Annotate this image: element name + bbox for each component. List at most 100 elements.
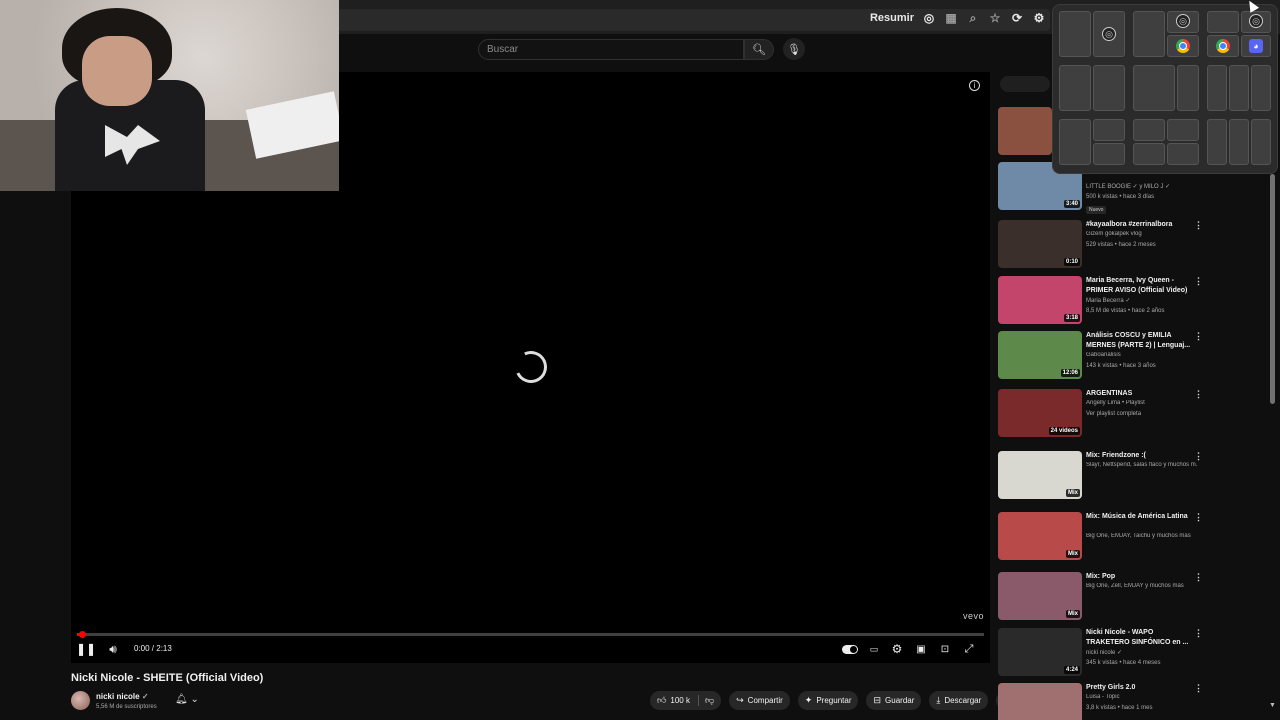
avatar[interactable] [71,691,90,710]
chrome-icon [1216,39,1230,53]
bookmark-star-icon[interactable]: ☆ [988,11,1002,25]
snap-tile[interactable] [1133,119,1165,141]
video-thumbnail[interactable]: Mix [998,451,1082,499]
snap-tile[interactable] [1207,65,1227,111]
more-options-icon[interactable]: ⋮ [1194,512,1203,523]
snap-tile[interactable] [1093,119,1125,141]
video-thumbnail[interactable] [998,107,1052,155]
bell-icon[interactable]: 🔔︎ ⌄ [175,694,199,705]
snap-tile[interactable] [1177,65,1199,111]
download-button[interactable]: ⤓ Descargar [929,691,989,710]
duration-badge: 4:24 [1063,666,1080,674]
snap-tile[interactable] [1133,143,1165,165]
snap-tile[interactable] [1167,143,1199,165]
zoom-icon[interactable]: ⌕ [966,11,980,25]
recommendation-title[interactable]: Pretty Girls 2.0 [1086,683,1196,693]
miniplayer-icon[interactable]: ▣ [915,642,927,656]
search-input[interactable]: Buscar [478,39,744,60]
recommendation-title[interactable]: Mix: Friendzone :( [1086,451,1196,461]
snap-tile[interactable] [1093,65,1125,111]
snap-tile[interactable] [1229,119,1249,165]
recommendation-channel[interactable]: LITTLE BOOGIE ✓ y MILO J ✓ [1086,183,1198,190]
more-options-icon[interactable]: ⋮ [1194,389,1203,400]
recommendation-channel[interactable]: Maria Becerra ✓ [1086,297,1198,304]
recommendation-title[interactable]: ARGENTINAS [1086,389,1196,399]
profile-icon[interactable]: ⚙ [1032,11,1046,25]
summarize-button[interactable]: Resumir [870,12,914,24]
search-button[interactable]: 🔍︎ [744,39,774,60]
snap-tile[interactable] [1059,65,1091,111]
duration-badge: Mix [1065,610,1080,618]
recommendation-channel[interactable]: Big One, Zell, EMJAY y muchos más [1086,583,1198,589]
scroll-down-arrow[interactable]: ▼ [1269,702,1276,709]
video-thumbnail[interactable]: Mix [998,512,1082,560]
recommendation-title[interactable]: Mix: Pop [1086,572,1196,582]
more-options-icon[interactable]: ⋮ [1194,220,1203,231]
snap-tile[interactable] [1133,11,1165,57]
channel-name[interactable]: nicki nicole ✓ [96,692,149,701]
video-thumbnail[interactable]: 0:10 [998,220,1082,268]
more-options-icon[interactable]: ⋮ [1194,331,1203,342]
subtitles-icon[interactable]: ▭ [868,642,880,656]
recommendation-channel[interactable]: Big One, EMJAY, Taichu y muchos más [1086,533,1198,539]
recommendation-channel[interactable]: Slayr, Nettspend, salas flaco y muchos m… [1086,462,1198,468]
thumbs-down-icon[interactable]: 👎︎ [697,695,714,706]
voice-search-button[interactable]: 🎙︎ [783,38,805,60]
recommendation-channel[interactable]: Angelly Lima • Playlist [1086,400,1198,406]
snap-tile[interactable] [1059,119,1091,165]
video-thumbnail[interactable]: 4:24 [998,628,1082,676]
more-options-icon[interactable]: ⋮ [1194,628,1203,639]
video-thumbnail[interactable]: 3:18 [998,276,1082,324]
snap-tile[interactable] [1251,65,1271,111]
like-button[interactable]: 👍︎ 100 k 👎︎ [650,691,722,710]
video-thumbnail[interactable] [998,683,1082,720]
recommendation-title[interactable]: Nicki Nicole - WAPO TRAKETERO SINFÓNICO … [1086,628,1196,648]
recommendation-meta: Ver playlist completa [1086,411,1142,417]
recommendation-title[interactable]: Análisis COSCU y EMILIA MERNES (PARTE 2)… [1086,331,1196,351]
scrollbar[interactable] [1270,174,1275,404]
pause-icon[interactable]: ❚❚ [76,642,96,656]
snap-tile[interactable] [1167,119,1199,141]
snap-tile[interactable] [1251,119,1271,165]
recommendation-channel[interactable]: nicki nicole ✓ [1086,649,1198,656]
video-thumbnail[interactable]: 12:06 [998,331,1082,379]
snap-tile[interactable] [1207,119,1227,165]
extension-icon[interactable]: ⟳ [1010,11,1024,25]
autoplay-toggle[interactable] [842,642,858,656]
recommendation-title[interactable]: #kayaalbora #zerrinalbora [1086,220,1196,230]
progress-bar[interactable] [77,631,984,638]
recommendation-channel[interactable]: Gizem gökalpek vlog [1086,231,1198,237]
scrubber-handle[interactable] [79,631,86,638]
recommendation-title[interactable]: Maria Becerra, Ivy Queen - PRIMER AVISO … [1086,276,1196,296]
toggle-switch [842,644,858,654]
share-button[interactable]: ↪ Compartir [729,691,790,710]
more-options-icon[interactable]: ⋮ [1194,451,1203,462]
snap-tile[interactable] [1207,11,1239,33]
more-options-icon[interactable]: ⋮ [1194,276,1203,287]
fullscreen-icon[interactable]: ⤢ [963,642,975,656]
vevo-watermark: vevo [962,611,984,621]
download-label: Descargar [944,696,982,705]
snap-tile[interactable] [1093,143,1125,165]
more-options-icon[interactable]: ⋮ [1194,572,1203,583]
video-thumbnail[interactable]: 24 videos [998,389,1082,437]
recommendation-channel[interactable]: Gaboanalisis [1086,352,1198,358]
ask-button[interactable]: ✦ Preguntar [797,691,859,710]
cast-icon[interactable]: ⊡ [939,642,951,656]
summarize-icon[interactable]: ◎ [922,11,936,25]
gear-icon[interactable]: ⚙ [891,642,903,656]
snap-tile[interactable] [1229,65,1249,111]
sidebar-chip[interactable] [1000,76,1050,92]
recommendation-title[interactable]: Mix: Música de América Latina [1086,512,1196,522]
snap-tile[interactable] [1059,11,1091,57]
save-label: Guardar [885,696,915,705]
snap-tile[interactable] [1133,65,1175,111]
video-thumbnail[interactable]: Mix [998,572,1082,620]
more-options-icon[interactable]: ⋮ [1194,683,1203,694]
search-icon: 🔍︎ [752,44,766,56]
volume-icon[interactable]: 🔊︎ [106,642,120,656]
info-icon[interactable]: i [969,80,980,91]
save-button[interactable]: ⊟ Guardar [866,691,922,710]
recommendation-channel[interactable]: Luisa - Topic [1086,694,1198,700]
install-app-icon[interactable]: ▦ [944,11,958,25]
